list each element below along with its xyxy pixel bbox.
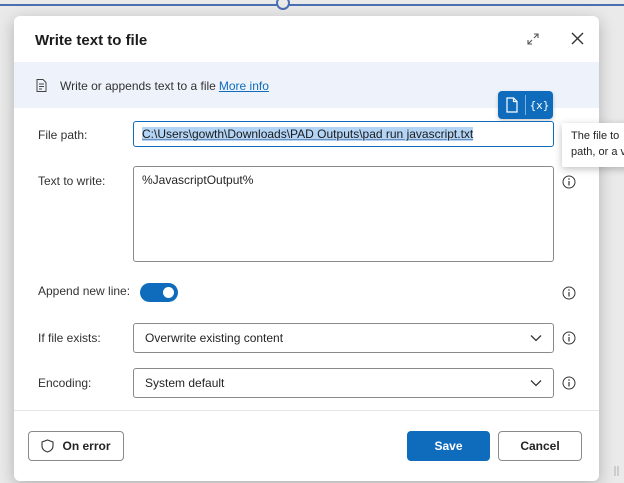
if-file-exists-value: Overwrite existing content — [145, 331, 284, 345]
info-description: Write or appends text to a file More info — [60, 79, 269, 93]
text-to-write-info-icon[interactable] — [562, 175, 576, 189]
tooltip-line-1: The file to — [571, 130, 620, 142]
on-error-label: On error — [62, 439, 111, 453]
close-icon[interactable] — [570, 31, 585, 46]
append-new-line-label: Append new line: — [38, 284, 131, 298]
more-info-link[interactable]: More info — [219, 79, 269, 93]
if-file-exists-label: If file exists: — [38, 331, 101, 345]
dialog-title: Write text to file — [35, 32, 148, 49]
file-icon — [505, 97, 518, 113]
append-new-line-toggle[interactable] — [140, 283, 178, 302]
file-path-tooltip: The file to path, or a v — [562, 123, 624, 167]
backdrop-node-icon — [276, 0, 290, 10]
encoding-label: Encoding: — [38, 376, 92, 390]
append-new-line-info-icon[interactable] — [562, 286, 576, 300]
insert-variable-button[interactable]: {x} — [526, 91, 553, 119]
chevron-down-icon — [530, 335, 542, 342]
file-path-input[interactable]: C:\Users\gowth\Downloads\PAD Outputs\pad… — [133, 121, 554, 147]
document-edit-icon — [36, 79, 47, 92]
on-error-button[interactable]: On error — [28, 431, 124, 461]
tooltip-line-2: path, or a v — [571, 146, 624, 158]
footer-divider — [14, 410, 599, 411]
encoding-value: System default — [145, 376, 225, 390]
backdrop-connector-line — [0, 4, 624, 6]
variable-toolbar: {x} — [498, 91, 553, 119]
text-to-write-label: Text to write: — [38, 174, 106, 188]
toggle-knob — [163, 287, 174, 298]
info-text: Write or appends text to a file — [60, 79, 216, 93]
encoding-info-icon[interactable] — [562, 376, 576, 390]
text-to-write-value: %JavascriptOutput% — [142, 173, 254, 187]
variable-icon: {x} — [529, 98, 550, 112]
file-picker-button[interactable] — [498, 91, 525, 119]
cancel-button[interactable]: Cancel — [498, 431, 582, 461]
expand-icon[interactable] — [526, 32, 540, 46]
if-file-exists-info-icon[interactable] — [562, 331, 576, 345]
chevron-down-icon — [530, 380, 542, 387]
resize-grip-icon[interactable] — [614, 464, 620, 478]
write-text-dialog: Write text to file Write or appends text… — [14, 16, 599, 481]
shield-icon — [41, 439, 55, 453]
if-file-exists-select[interactable]: Overwrite existing content — [133, 323, 554, 353]
file-path-label: File path: — [38, 128, 88, 142]
save-button[interactable]: Save — [407, 431, 490, 461]
encoding-select[interactable]: System default — [133, 368, 554, 398]
file-path-value: C:\Users\gowth\Downloads\PAD Outputs\pad… — [142, 127, 474, 141]
text-to-write-input[interactable]: %JavascriptOutput% — [133, 166, 554, 262]
